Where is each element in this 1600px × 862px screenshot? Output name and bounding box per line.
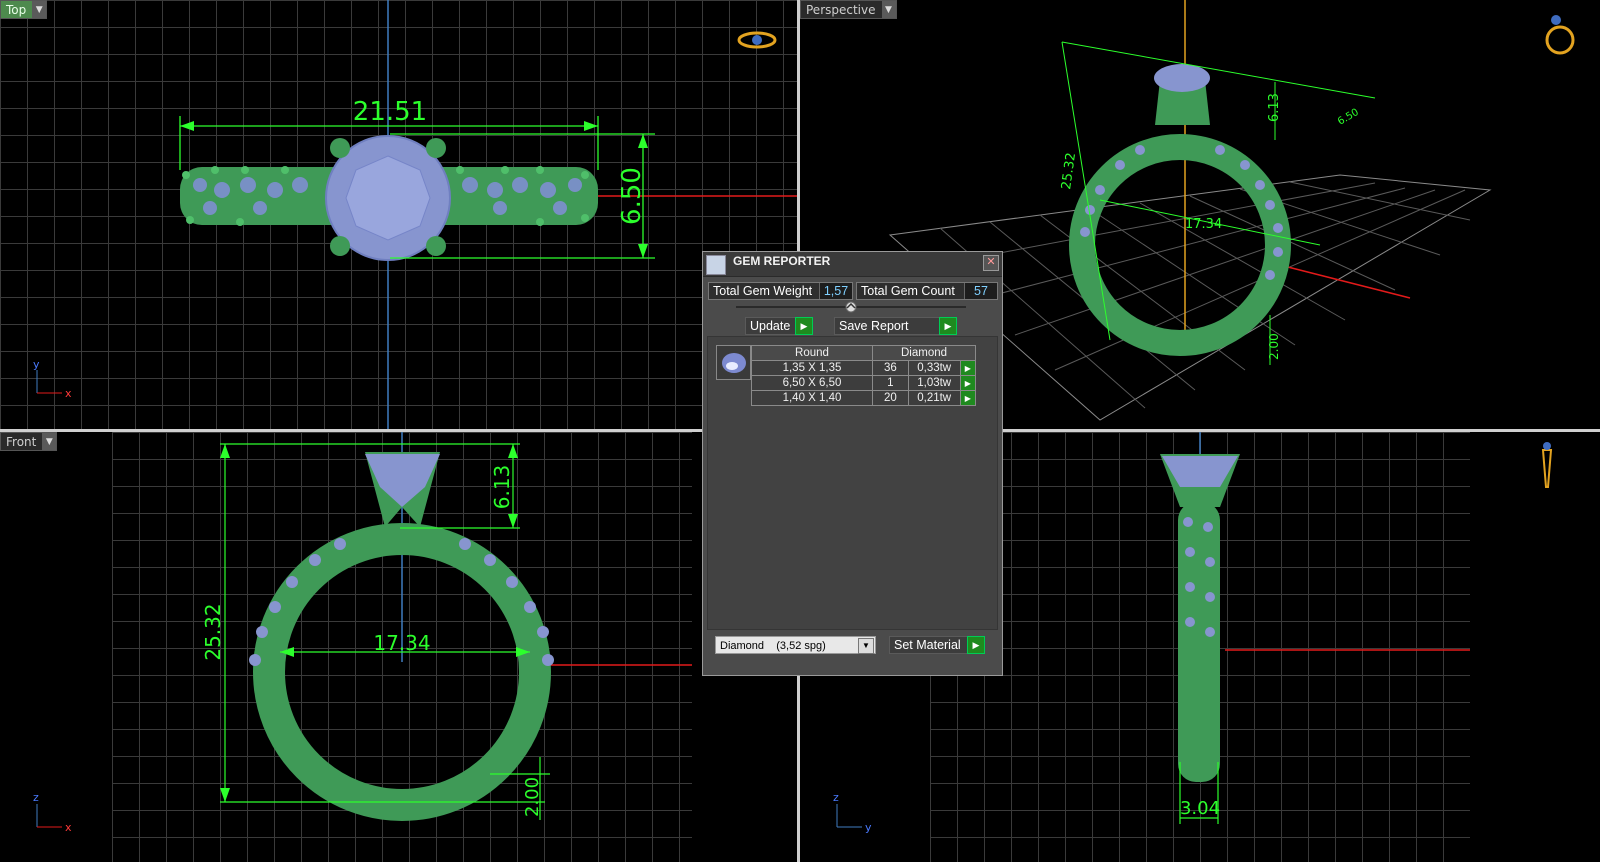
chevron-down-icon[interactable]: ▼ [42,433,57,450]
update-button-label: Update [750,319,791,333]
persp-shank-dim: 2.00 [1267,333,1281,360]
save-report-button[interactable]: Save Report ▶ [834,317,957,335]
top-width-dim: 21.51 [353,97,427,127]
total-count-field: Total Gem Count 57 [856,282,998,300]
top-axis-v: y [33,358,40,371]
front-view-label: Front [6,434,37,449]
table-row[interactable]: 1,40 X 1,40 20 0,21tw ▶ [751,390,977,406]
total-weight-value: 1,57 [819,283,852,299]
gem-count: 36 [872,360,909,376]
front-shank-dim: 2.00 [522,777,543,817]
set-material-label: Set Material [894,638,961,652]
top-view-tab[interactable]: Top ▼ [0,0,48,19]
close-icon[interactable]: ✕ [983,255,999,271]
right-width-dim: 3.04 [1180,798,1220,819]
table-row[interactable]: 1,35 X 1,35 36 0,33tw ▶ [751,360,977,376]
persp-stone-dim: 6.50 [1336,107,1361,128]
front-axis-v: z [33,791,39,804]
total-count-label: Total Gem Count [861,284,955,298]
front-head-dim: 6.13 [490,465,514,510]
ring-navigator-icon[interactable] [1545,15,1575,55]
gem-count: 1 [872,375,909,391]
right-axis-v: z [833,791,839,804]
play-icon[interactable]: ▶ [959,390,977,406]
set-material-button[interactable]: Set Material ▶ [889,636,985,654]
total-weight-label: Total Gem Weight [713,284,813,298]
round-gem-thumbnail[interactable] [716,345,751,380]
gem-table: Round Diamond 1,35 X 1,35 36 0,33tw ▶ 6,… [751,345,977,406]
dialog-title: GEM REPORTER [733,254,831,268]
ring-navigator-icon[interactable] [737,31,777,49]
front-viewport[interactable]: Front ▼ 25.32 6.13 17.34 2.00 z x [0,432,797,862]
collapse-divider[interactable] [736,300,966,314]
dialog-titlebar[interactable]: GEM REPORTER ✕ [703,252,1002,277]
top-height-dim: 6.50 [617,167,647,225]
top-view-label: Top [6,2,27,17]
persp-inner-dim: 17.34 [1185,217,1222,232]
chevron-down-icon[interactable]: ▼ [881,1,896,18]
update-button[interactable]: Update ▶ [745,317,813,335]
play-icon[interactable]: ▶ [939,317,957,335]
top-axis-h: x [65,387,72,400]
gem-weight: 0,21tw [907,390,961,406]
save-report-label: Save Report [839,319,909,333]
material-select-value: Diamond (3,52 spg) [720,640,826,652]
total-weight-field: Total Gem Weight 1,57 [708,282,853,300]
gem-reporter-dialog[interactable]: GEM REPORTER ✕ Total Gem Weight 1,57 Tot… [702,251,1003,676]
front-scene: 25.32 6.13 17.34 2.00 z x [33,432,692,834]
front-axis-h: x [65,821,72,834]
perspective-view-label: Perspective [806,2,876,17]
chevron-down-icon[interactable]: ▼ [858,638,874,654]
gem-size: 1,40 X 1,40 [751,390,873,406]
ring-navigator-icon[interactable] [1541,442,1553,488]
right-axis-h: y [865,821,872,834]
gem-size: 6,50 X 6,50 [751,375,873,391]
top-viewport[interactable]: Top ▼ 21.51 6.50 y x [0,0,797,429]
table-row[interactable]: 6,50 X 6,50 1 1,03tw ▶ [751,375,977,391]
play-icon[interactable]: ▶ [967,636,985,654]
shape-header: Round [751,345,873,361]
chevron-down-icon[interactable]: ▼ [32,1,47,18]
material-select[interactable]: Diamond (3,52 spg) ▼ [715,636,876,654]
gem-size: 1,35 X 1,35 [751,360,873,376]
front-view-tab[interactable]: Front ▼ [0,432,58,451]
play-icon[interactable]: ▶ [959,375,977,391]
top-scene: 21.51 6.50 y x [33,0,797,429]
total-count-value: 57 [964,283,997,299]
play-icon[interactable]: ▶ [959,360,977,376]
gem-reporter-logo-icon [706,255,726,275]
persp-height-dim: 25.32 [1059,152,1079,191]
persp-head-dim: 6.13 [1267,93,1282,122]
material-header: Diamond [872,345,976,361]
perspective-view-tab[interactable]: Perspective ▼ [800,0,897,19]
front-height-dim: 25.32 [201,603,225,660]
gem-count: 20 [872,390,909,406]
front-inner-dim: 17.34 [373,631,430,655]
gem-weight: 1,03tw [907,375,961,391]
gem-list-panel: Round Diamond 1,35 X 1,35 36 0,33tw ▶ 6,… [707,336,998,630]
play-icon[interactable]: ▶ [795,317,813,335]
gem-weight: 0,33tw [907,360,961,376]
